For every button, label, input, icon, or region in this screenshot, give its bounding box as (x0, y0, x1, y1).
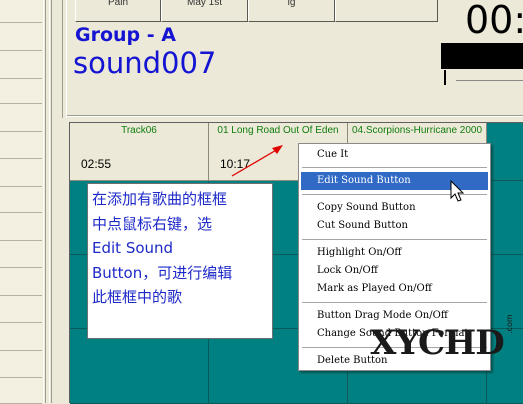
rail-slot[interactable] (0, 241, 42, 268)
top-button-label: Pain (107, 0, 128, 8)
top-button-1[interactable]: Pain (75, 0, 161, 22)
panel-border (62, 0, 67, 118)
watermark-logo: XYCHD (370, 323, 505, 363)
annotation-line: 在添加有歌曲的框框 (92, 190, 228, 208)
annotation-line: Edit Sound (92, 239, 174, 257)
annotation-note: 在添加有歌曲的框框 中点鼠标右键，选 Edit Sound Button，可进行… (87, 183, 273, 339)
watermark-suffix: .com (505, 314, 514, 334)
arrow-head (272, 145, 283, 154)
annotation-arrow (231, 145, 283, 177)
menu-item-mark-as-played[interactable]: Mark as Played On/Off (301, 280, 488, 298)
sound-button-title: Track06 (121, 125, 157, 136)
rail-slot[interactable] (0, 268, 42, 296)
top-button-3[interactable]: ig (248, 0, 335, 22)
rail-slot[interactable] (0, 159, 42, 187)
rail-slot[interactable] (0, 378, 42, 404)
slider-thumb[interactable] (444, 70, 446, 85)
arrow-line (231, 148, 279, 177)
annotation-line: 中点鼠标右键，选 (92, 214, 213, 233)
rail-slot[interactable] (0, 51, 42, 79)
rail-slot[interactable] (0, 23, 42, 51)
menu-separator (302, 167, 487, 168)
top-button-2[interactable]: May 1st (161, 0, 248, 22)
rail-slot[interactable] (0, 0, 42, 23)
rail-slot[interactable] (0, 187, 42, 213)
rail-slot[interactable] (0, 79, 42, 104)
top-button-4[interactable] (335, 0, 438, 22)
sound-name: sound007 (73, 46, 217, 80)
progress-bar (441, 43, 523, 69)
rail-slot[interactable] (0, 296, 42, 323)
rail-slot[interactable] (0, 213, 42, 241)
sound-button-title: 01 Long Road Out Of Eden (217, 125, 339, 136)
menu-item-cue-it[interactable]: Cue It (301, 146, 488, 164)
sound-button[interactable] (487, 181, 523, 255)
top-button-label: ig (287, 0, 296, 8)
menu-item-lock[interactable]: Lock On/Off (301, 262, 488, 280)
splitter[interactable] (43, 0, 46, 403)
divider (67, 115, 523, 117)
menu-item-highlight[interactable]: Highlight On/Off (301, 244, 488, 262)
annotation-line: Button，可进行编辑 (92, 263, 233, 282)
timer-display: 00: (465, 0, 523, 42)
sound-button[interactable] (487, 123, 523, 181)
rail-slot[interactable] (0, 104, 42, 132)
sound-button[interactable]: Track06 02:55 (70, 123, 209, 181)
menu-item-cut-sound-button[interactable]: Cut Sound Button (301, 217, 488, 235)
left-rail (0, 0, 43, 404)
rail-slot[interactable] (0, 351, 42, 378)
splitter[interactable] (49, 0, 52, 403)
menu-separator (302, 239, 487, 240)
top-button-label: May 1st (186, 0, 222, 8)
slider-track[interactable] (456, 80, 523, 81)
sound-button-duration: 02:55 (81, 157, 112, 171)
mouse-cursor-icon (450, 180, 465, 202)
sound-button[interactable] (70, 329, 209, 404)
rail-slot[interactable] (0, 132, 42, 159)
annotation-line: 此框框中的歌 (92, 288, 183, 306)
group-label: Group - A (75, 24, 176, 46)
rail-slot[interactable] (0, 323, 42, 351)
sound-button-title: 04.Scorpions-Hurricane 2000 (351, 125, 483, 136)
menu-separator (302, 302, 487, 303)
